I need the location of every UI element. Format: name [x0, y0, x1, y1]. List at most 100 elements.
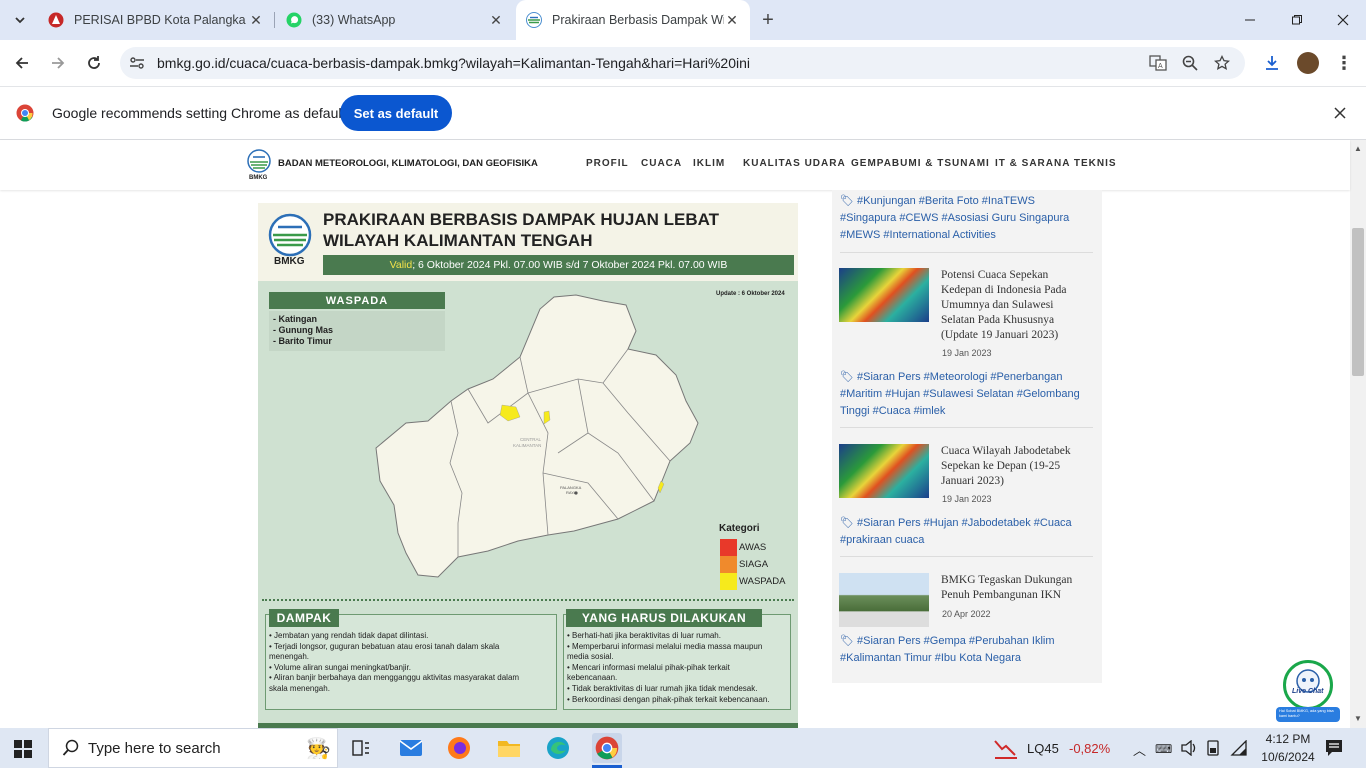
tag-links[interactable]: #Kunjungan #Berita Foto #InaTEWS #Singap…: [840, 195, 1069, 241]
harus-item: • Tidak beraktivitas di luar rumah jika …: [567, 683, 758, 693]
new-tab-button[interactable]: +: [754, 6, 782, 34]
tab-perisai[interactable]: PERISAI BPBD Kota Palangka Ra ✕: [40, 0, 272, 40]
search-placeholder[interactable]: Type here to search: [88, 740, 221, 757]
legend-swatch-waspada: [720, 573, 737, 590]
tag-links[interactable]: #Siaran Pers #Meteorologi #Penerbangan #…: [840, 371, 1080, 417]
nav-gempabumi[interactable]: GEMPABUMI & TSUNAMI: [851, 158, 990, 169]
speaker-icon[interactable]: [1180, 739, 1198, 761]
restore-icon: [1292, 15, 1302, 25]
harus-item: • Memperbarui informasi melalui media ma…: [567, 641, 763, 651]
valid-text: ; 6 Oktober 2024 Pkl. 07.00 WIB s/d 7 Ok…: [412, 259, 728, 271]
news-title[interactable]: BMKG Tegaskan Dukungan Penuh Pembangunan…: [941, 573, 1086, 603]
set-default-button[interactable]: Set as default: [340, 95, 452, 131]
minimize-button[interactable]: [1236, 6, 1264, 34]
url-text[interactable]: bmkg.go.id/cuaca/cuaca-berbasis-dampak.b…: [157, 55, 750, 71]
infobar-message: Google recommends setting Chrome as defa…: [52, 105, 346, 121]
chrome-taskbar-icon[interactable]: [592, 733, 622, 763]
nav-it-sarana[interactable]: IT & SARANA TEKNIS: [995, 158, 1117, 169]
edge-icon[interactable]: [543, 733, 573, 763]
bookmark-star-icon[interactable]: [1208, 49, 1236, 77]
tab-bmkg[interactable]: Prakiraan Berbasis Dampak Wil ✕: [516, 0, 750, 40]
nav-profil[interactable]: PROFIL: [586, 158, 629, 169]
menu-icon[interactable]: ⋮: [1330, 49, 1358, 77]
harus-list: • Berhati-hati jika beraktivitas di luar…: [567, 631, 789, 705]
nav-iklim[interactable]: IKLIM: [693, 158, 725, 169]
task-view-icon[interactable]: [346, 733, 376, 763]
clock-time[interactable]: 4:12 PM: [1259, 732, 1317, 746]
clock-date[interactable]: 10/6/2024: [1257, 750, 1319, 764]
download-icon[interactable]: [1258, 49, 1286, 77]
news-date: 20 Apr 2022: [942, 609, 991, 619]
close-tab-icon[interactable]: ✕: [248, 12, 264, 28]
forecast-poster: BMKG PRAKIRAAN BERBASIS DAMPAK HUJAN LEB…: [258, 203, 798, 728]
harus-item: • Mencari informasi melalui pihak-pihak …: [567, 662, 730, 672]
scrollbar-thumb[interactable]: [1352, 228, 1364, 376]
harus-item: media sosial.: [567, 652, 614, 662]
firefox-icon[interactable]: [444, 733, 474, 763]
news-title[interactable]: Potensi Cuaca Sepekan Kedepan di Indones…: [941, 268, 1086, 343]
nav-cuaca[interactable]: CUACA: [641, 158, 682, 169]
tag-links[interactable]: #Siaran Pers #Hujan #Jabodetabek #Cuaca …: [840, 517, 1072, 546]
close-tab-icon[interactable]: ✕: [488, 12, 504, 28]
tag-list[interactable]: 🏷 #Siaran Pers #Meteorologi #Penerbangan…: [840, 369, 1085, 420]
mail-icon[interactable]: [396, 733, 426, 763]
translate-icon[interactable]: A: [1144, 49, 1172, 77]
valid-bar: Valid; 6 Oktober 2024 Pkl. 07.00 WIB s/d…: [323, 255, 794, 275]
zoom-icon[interactable]: [1176, 49, 1204, 77]
news-title[interactable]: Cuaca Wilayah Jabodetabek Sepekan ke Dep…: [941, 444, 1086, 489]
wifi-icon[interactable]: [1230, 739, 1248, 761]
profile-avatar[interactable]: [1297, 52, 1319, 74]
site-info-icon[interactable]: [128, 54, 146, 77]
chevron-up-icon[interactable]: ︿: [1133, 740, 1146, 759]
close-tab-icon[interactable]: ✕: [724, 12, 740, 28]
restore-button[interactable]: [1283, 6, 1311, 34]
battery-icon[interactable]: [1205, 740, 1221, 761]
dampak-item: • Volume aliran sungai meningkat/banjir.: [269, 662, 411, 672]
legend-label: WASPADA: [739, 576, 786, 587]
scroll-down-icon[interactable]: ▼: [1354, 714, 1362, 723]
legend-swatch-awas: [720, 539, 737, 556]
live-chat-label[interactable]: Live Chat: [1292, 688, 1324, 695]
news-date: 19 Jan 2023: [942, 348, 992, 358]
site-org-name[interactable]: BADAN METEOROLOGI, KLIMATOLOGI, DAN GEOF…: [278, 158, 538, 169]
tag-list[interactable]: 🏷 #Kunjungan #Berita Foto #InaTEWS #Sing…: [840, 193, 1085, 244]
tag-links[interactable]: #Siaran Pers #Gempa #Perubahan Iklim #Ka…: [840, 635, 1055, 664]
tag-list[interactable]: 🏷 #Siaran Pers #Hujan #Jabodetabek #Cuac…: [840, 515, 1085, 549]
nav-kualitas-udara[interactable]: KUALITAS UDARA: [743, 158, 846, 169]
news-thumbnail[interactable]: [839, 444, 929, 498]
notification-icon[interactable]: [1325, 739, 1343, 762]
taskbar-search[interactable]: Type here to search 🧑‍🍳: [48, 728, 338, 768]
stock-change[interactable]: -0,82%: [1069, 741, 1110, 756]
bpbd-favicon-icon: [48, 12, 64, 28]
bmkg-logo-icon[interactable]: BMKG: [247, 149, 271, 186]
tag-icon: 🏷: [840, 371, 858, 383]
back-button[interactable]: [8, 49, 36, 77]
search-highlight-icon[interactable]: 🧑‍🍳: [306, 736, 331, 761]
kategori-title: Kategori: [719, 523, 760, 534]
tab-whatsapp[interactable]: (33) WhatsApp ✕: [278, 0, 512, 40]
stock-name[interactable]: LQ45: [1027, 741, 1059, 756]
bmkg-favicon-icon: [526, 12, 542, 28]
windows-start-icon[interactable]: [14, 740, 32, 763]
tag-icon: 🏷: [840, 517, 858, 529]
live-chat-bubble[interactable]: Hai Sobat BMKG, ada yang bisa kami bantu…: [1276, 707, 1340, 722]
tab-search-button[interactable]: [6, 6, 34, 34]
search-icon: [62, 739, 79, 756]
tag-list[interactable]: 🏷 #Siaran Pers #Gempa #Perubahan Iklim #…: [840, 633, 1085, 667]
file-explorer-icon[interactable]: [494, 733, 524, 763]
arrow-right-icon: [52, 57, 65, 69]
minimize-icon: [1245, 19, 1255, 21]
svg-text:A: A: [1158, 63, 1163, 70]
close-window-button[interactable]: [1329, 6, 1357, 34]
stock-chart-icon[interactable]: [994, 737, 1018, 764]
scroll-up-icon[interactable]: ▲: [1354, 144, 1362, 153]
tab-separator: [274, 12, 275, 28]
live-chat-button[interactable]: [1283, 660, 1333, 710]
close-infobar-button[interactable]: [1326, 99, 1354, 127]
reload-button[interactable]: [80, 49, 108, 77]
news-thumbnail[interactable]: [839, 268, 929, 322]
tab-title: PERISAI BPBD Kota Palangka Ra: [74, 13, 248, 27]
forward-button[interactable]: [44, 49, 72, 77]
news-thumbnail[interactable]: [839, 573, 929, 627]
input-language-icon[interactable]: ⌨: [1155, 740, 1173, 761]
